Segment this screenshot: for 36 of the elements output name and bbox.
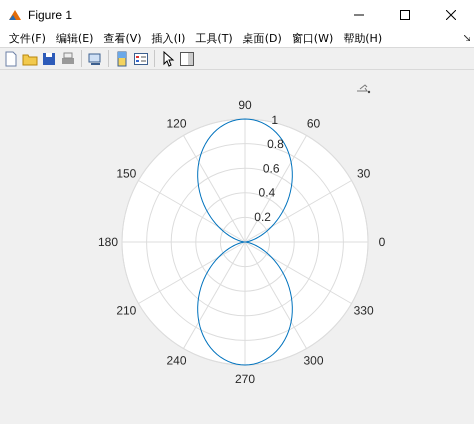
menu-item[interactable]: 文件(F) xyxy=(4,31,51,46)
radius-label: 0.6 xyxy=(262,161,280,176)
printer-icon[interactable] xyxy=(60,50,76,66)
menu-item[interactable]: 窗口(W) xyxy=(286,31,338,46)
dock-arrow-icon[interactable] xyxy=(464,35,470,41)
legend-icon[interactable] xyxy=(133,50,149,66)
angle-label: 330 xyxy=(354,304,374,318)
radius-label: 0.4 xyxy=(258,186,276,200)
angle-label: 150 xyxy=(116,166,136,180)
radius-label: 1 xyxy=(271,112,278,127)
angle-label: 0 xyxy=(378,235,386,249)
menu-item[interactable]: 工具(T) xyxy=(190,31,238,46)
angle-label: 270 xyxy=(234,372,256,386)
menu-item[interactable]: 编辑(E) xyxy=(50,31,98,46)
radius-label: 0.2 xyxy=(254,210,271,224)
maximize-icon[interactable] xyxy=(400,10,410,20)
menu-item[interactable]: 桌面(D) xyxy=(238,31,287,46)
menu-item[interactable]: 帮助(H) xyxy=(338,31,388,46)
angle-label: 30 xyxy=(356,166,370,180)
menu-item[interactable]: 插入(I) xyxy=(146,31,190,46)
angle-label: 240 xyxy=(166,354,187,368)
angle-label: 90 xyxy=(238,98,252,112)
close-icon[interactable] xyxy=(446,10,456,20)
menu-item[interactable]: 查看(V) xyxy=(98,31,147,46)
radius-label: 0.8 xyxy=(267,137,284,152)
angle-label: 180 xyxy=(98,235,118,249)
panel-icon[interactable] xyxy=(179,50,195,66)
window-title: Figure 1 xyxy=(28,8,74,22)
export-icon[interactable] xyxy=(356,84,370,94)
angle-label: 120 xyxy=(166,116,187,130)
angle-label: 300 xyxy=(303,354,324,368)
angle-label: 210 xyxy=(116,304,136,318)
new-file-icon[interactable] xyxy=(3,50,19,66)
save-icon[interactable] xyxy=(41,50,57,66)
angle-label: 60 xyxy=(306,116,320,130)
app-icon xyxy=(8,8,22,22)
